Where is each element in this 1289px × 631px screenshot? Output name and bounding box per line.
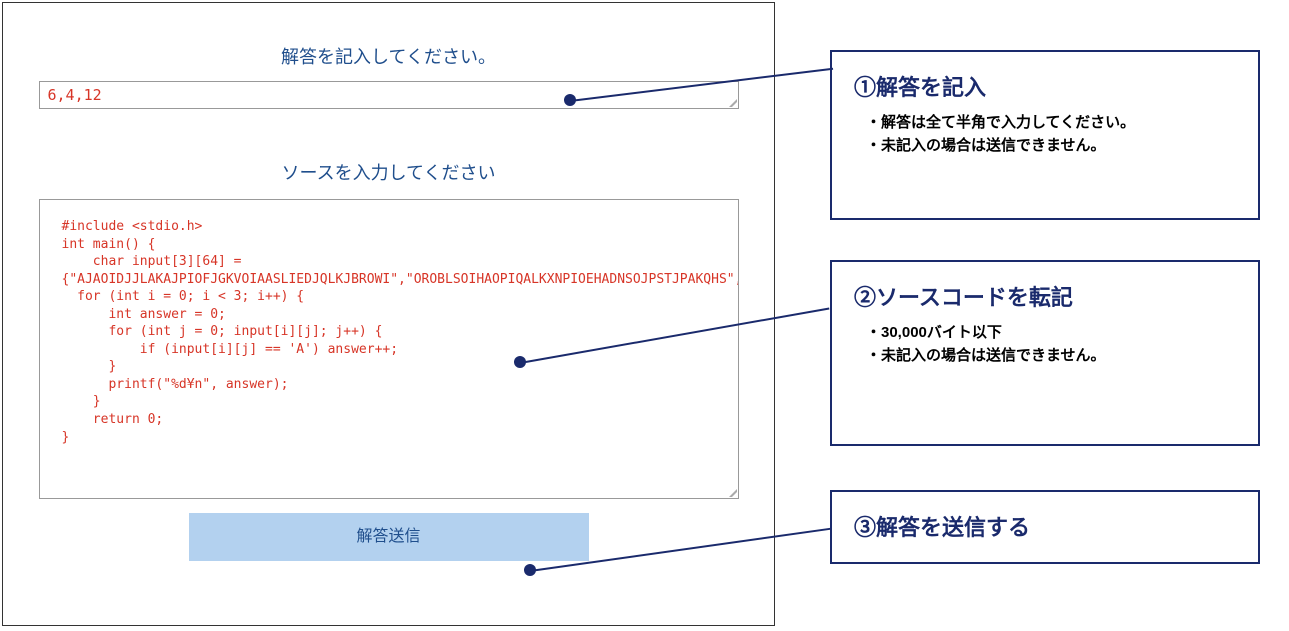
answer-input[interactable]: 6,4,12 [39,81,739,109]
form-panel: 解答を記入してください。 6,4,12 ソースを入力してください #includ… [2,2,775,626]
callout-note: ・30,000バイト以下 [866,322,1236,345]
source-section: ソースを入力してください #include <stdio.h> int main… [3,109,774,499]
callout-send-answer: ③解答を送信する [830,490,1260,564]
callout-enter-answer: ①解答を記入 ・解答は全て半角で入力してください。 ・未記入の場合は送信できませ… [830,50,1260,220]
callout-title: ②ソースコードを転記 [854,280,1236,312]
callout-title: ①解答を記入 [854,70,1236,102]
callout-note: ・解答は全て半角で入力してください。 [866,112,1236,135]
submit-label: 解答送信 [356,528,420,545]
answer-value: 6,4,12 [48,86,102,104]
submit-button[interactable]: 解答送信 [189,513,589,561]
callout-transcribe-source: ②ソースコードを転記 ・30,000バイト以下 ・未記入の場合は送信できません。 [830,260,1260,446]
resize-handle-icon[interactable] [729,489,737,497]
source-code: #include <stdio.h> int main() { char inp… [62,219,739,445]
source-label: ソースを入力してください [3,159,774,185]
callout-note: ・未記入の場合は送信できません。 [866,135,1236,158]
callout-title: ③解答を送信する [854,510,1030,542]
resize-handle-icon[interactable] [729,99,737,107]
callout-note: ・未記入の場合は送信できません。 [866,345,1236,368]
answer-section: 解答を記入してください。 6,4,12 [3,3,774,109]
answer-label: 解答を記入してください。 [3,43,774,69]
source-textarea[interactable]: #include <stdio.h> int main() { char inp… [39,199,739,499]
